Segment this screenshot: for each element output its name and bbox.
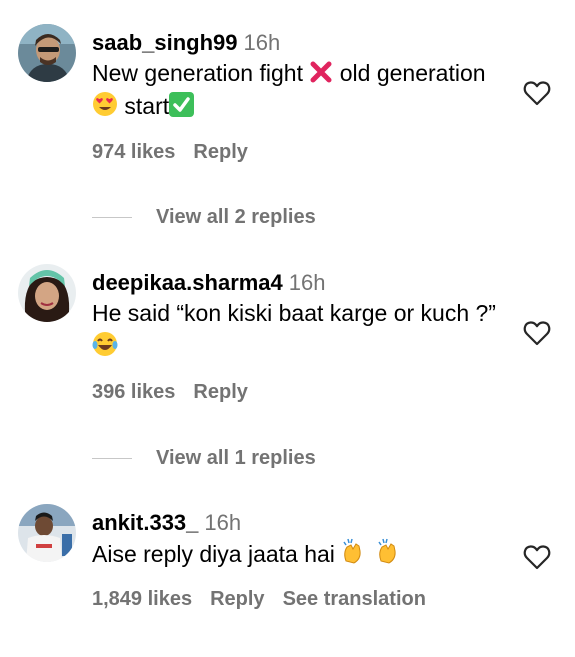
- comment-text-part: old generation: [333, 60, 486, 86]
- replies-divider: [92, 217, 132, 219]
- avatar[interactable]: [18, 504, 76, 562]
- heart-eyes-icon: [93, 92, 117, 116]
- reply-button[interactable]: Reply: [193, 141, 247, 163]
- avatar[interactable]: [18, 264, 76, 322]
- reply-button[interactable]: Reply: [210, 588, 264, 610]
- comment-text: He said “kon kiski baat karge or kuch ?”: [92, 297, 502, 363]
- likes-count[interactable]: 974 likes: [92, 141, 175, 163]
- reply-button[interactable]: Reply: [193, 381, 247, 403]
- avatar-image: [18, 264, 76, 322]
- see-translation-button[interactable]: See translation: [283, 588, 426, 610]
- comment-username[interactable]: deepikaa.sharma4: [92, 270, 283, 295]
- view-replies-button[interactable]: View all 1 replies: [92, 447, 316, 470]
- comment-time: 16h: [288, 270, 326, 295]
- likes-count[interactable]: 1,849 likes: [92, 588, 192, 610]
- comment-time: 16h: [243, 30, 281, 55]
- view-replies-label[interactable]: View all 2 replies: [156, 206, 316, 228]
- laughing-tears-icon: [92, 332, 118, 356]
- clapping-hands-icon: [378, 538, 396, 564]
- replies-divider: [92, 458, 132, 460]
- likes-count[interactable]: 396 likes: [92, 381, 175, 403]
- avatar-image: [18, 24, 76, 82]
- clapping-hands-icon: [343, 538, 361, 564]
- avatar-image: [18, 504, 76, 562]
- heart-icon[interactable]: [523, 320, 551, 346]
- heart-icon[interactable]: [523, 80, 551, 106]
- comment-text-part: New generation fight: [92, 60, 303, 86]
- cross-mark-icon: [310, 61, 332, 83]
- avatar[interactable]: [18, 24, 76, 82]
- comment-username[interactable]: ankit.333_: [92, 510, 198, 535]
- check-mark-icon: [169, 92, 195, 117]
- comment-text-part: start: [118, 93, 170, 119]
- heart-icon[interactable]: [523, 544, 551, 570]
- comment-text-part: He said “kon kiski baat karge or kuch ?”: [92, 300, 496, 326]
- comment-text: New generation fight old generation star…: [92, 57, 502, 123]
- view-replies-label[interactable]: View all 1 replies: [156, 447, 316, 469]
- view-replies-button[interactable]: View all 2 replies: [92, 206, 316, 229]
- comment-text-part: Aise reply diya jaata hai: [92, 541, 342, 567]
- comment-time: 16h: [204, 510, 242, 535]
- comment-text: Aise reply diya jaata hai: [92, 537, 502, 571]
- comment-username[interactable]: saab_singh99: [92, 30, 238, 55]
